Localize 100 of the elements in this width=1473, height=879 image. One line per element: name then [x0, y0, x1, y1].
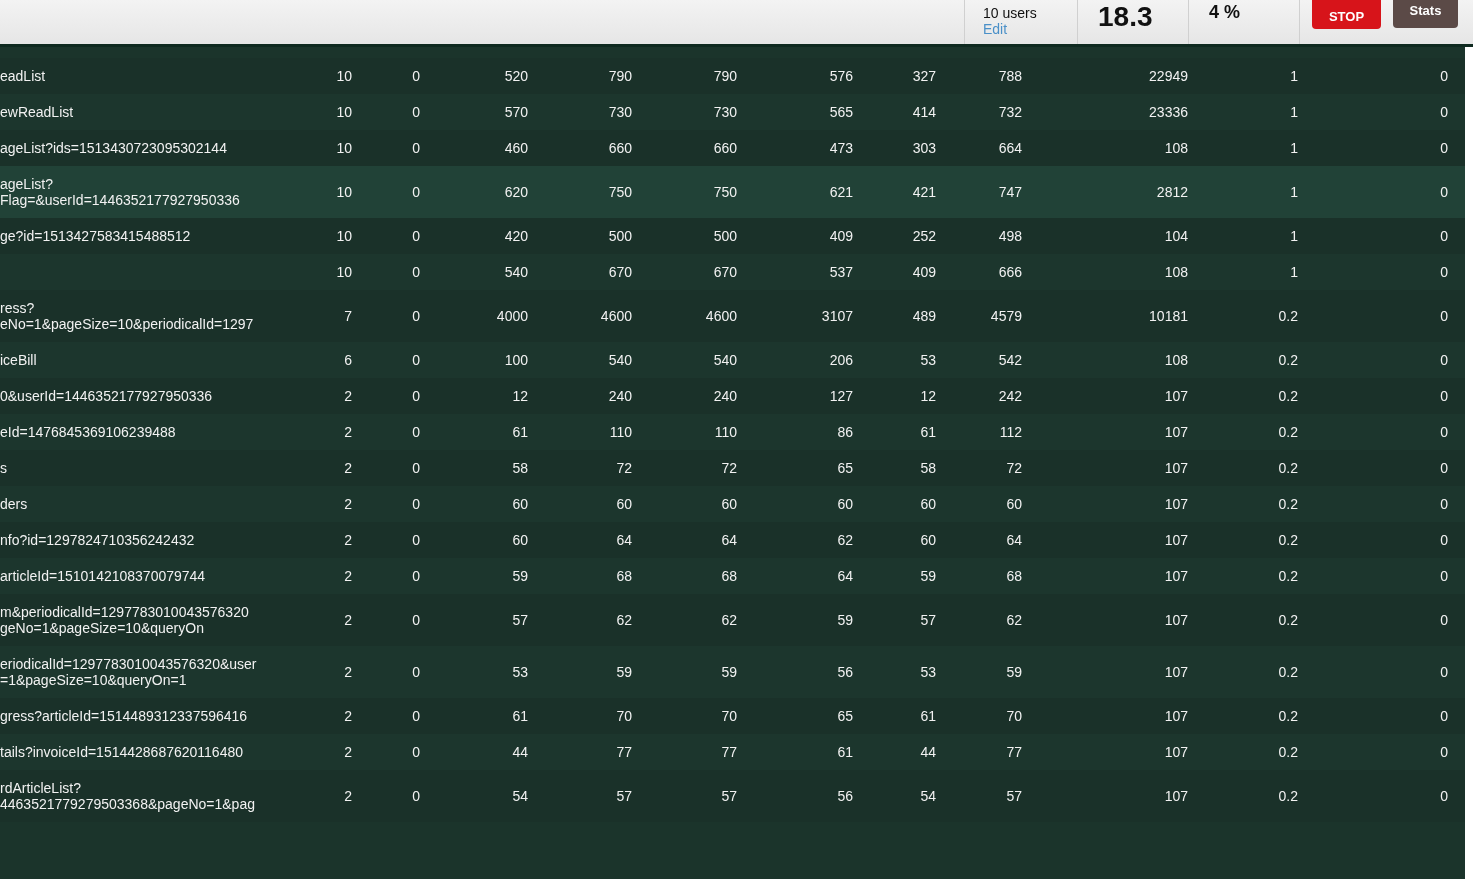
- user-count: 10 users: [983, 5, 1038, 21]
- table-cell-text: 10: [335, 104, 352, 120]
- table-cell-text: 0: [1439, 424, 1448, 440]
- table-cell-text: 0: [411, 568, 420, 584]
- request-name: ageList?: [0, 176, 54, 192]
- table-cell-text: 1: [1289, 264, 1298, 280]
- table-cell-text: 60: [511, 532, 528, 548]
- table-cell-text: 0: [411, 664, 420, 680]
- table-cell-text: 498: [997, 228, 1022, 244]
- table-cell-text: 7: [343, 308, 352, 324]
- table-cell-text: 0.2: [1277, 612, 1298, 628]
- table-cell-text: 127: [828, 388, 853, 404]
- table-cell-text: 2: [343, 388, 352, 404]
- table-cell-text: 22949: [1148, 68, 1188, 84]
- table-cell-text: 0: [1439, 612, 1448, 628]
- table-cell-text: 12: [919, 388, 936, 404]
- table-cell-text: 57: [511, 612, 528, 628]
- table-cell-text: 4000: [495, 308, 528, 324]
- table-cell-text: 3107: [820, 308, 853, 324]
- table-cell-text: 0: [1439, 664, 1448, 680]
- table-cell-text: 53: [919, 352, 936, 368]
- table-cell-text: 303: [911, 140, 936, 156]
- table-cell-text: 60: [511, 496, 528, 512]
- table-cell-text: 620: [503, 184, 528, 200]
- table-cell-text: 54: [919, 788, 936, 804]
- table-cell-text: 107: [1163, 664, 1188, 680]
- table-cell-text: 77: [615, 744, 632, 760]
- table-cell-text: 0: [411, 264, 420, 280]
- table-cell-text: 53: [511, 664, 528, 680]
- table-cell-text: 420: [503, 228, 528, 244]
- table-cell-text: 59: [720, 664, 737, 680]
- table-cell-text: 61: [511, 424, 528, 440]
- table-cell-text: 57: [1005, 788, 1022, 804]
- request-name: gress?articleId=1514489312337596416: [0, 708, 249, 724]
- table-cell-text: 61: [919, 708, 936, 724]
- table-cell-text: 60: [1005, 496, 1022, 512]
- table-cell-text: 0: [1439, 264, 1448, 280]
- table-cell-text: 2: [343, 664, 352, 680]
- table-cell-text: 0: [411, 708, 420, 724]
- table-cell-text: 10: [335, 264, 352, 280]
- table-cell-text: 104: [1163, 228, 1188, 244]
- request-name: nfo?id=1297824710356242432: [0, 532, 196, 548]
- table-cell-text: 570: [503, 104, 528, 120]
- request-name: m&periodicalId=1297783010043576320: [0, 604, 250, 620]
- table-cell-text: 107: [1163, 612, 1188, 628]
- table-cell-text: 62: [836, 532, 853, 548]
- table-cell-text: 57: [919, 612, 936, 628]
- table-cell-text: 70: [1005, 708, 1022, 724]
- table-cell-text: 4600: [599, 308, 632, 324]
- table-row[interactable]: ageList? Flag=&userId=1446352177927950336 10 0 620 750 750 621 421 747 2812 1 0: [0, 166, 1465, 218]
- request-name: ewReadList: [0, 104, 75, 120]
- table-cell-text: 1: [1289, 184, 1298, 200]
- request-name: eriodicalId=1297783010043576320&user: [0, 656, 258, 672]
- table-cell-text: 414: [911, 104, 936, 120]
- stats-button[interactable]: Stats: [1393, 0, 1458, 28]
- request-name: ge?id=1513427583415488512: [0, 228, 192, 244]
- table-cell-text: 2: [343, 788, 352, 804]
- table-cell-text: 68: [1005, 568, 1022, 584]
- table-cell-text: 1: [1289, 68, 1298, 84]
- table-cell-text: 0: [1439, 568, 1448, 584]
- table-cell-text: 0: [1439, 308, 1448, 324]
- table-cell-text: 72: [615, 460, 632, 476]
- table-cell-text: 790: [607, 68, 632, 84]
- table-cell-text: 0: [1439, 708, 1448, 724]
- request-name: 0&userId=1446352177927950336: [0, 388, 214, 404]
- table-cell-text: 537: [828, 264, 853, 280]
- table-cell-text: 2: [343, 496, 352, 512]
- table-cell-text: 59: [511, 568, 528, 584]
- table-cell-text: 540: [607, 352, 632, 368]
- table-cell-text: 59: [1005, 664, 1022, 680]
- table-cell-text: 565: [828, 104, 853, 120]
- table-cell-text: 0: [411, 496, 420, 512]
- table-cell-text: 64: [720, 532, 737, 548]
- table-cell-text: 1: [1289, 140, 1298, 156]
- table-cell-text: 664: [997, 140, 1022, 156]
- table-cell-text: 107: [1163, 388, 1188, 404]
- table-cell-text: 540: [712, 352, 737, 368]
- stop-button[interactable]: STOP: [1312, 0, 1381, 29]
- table-cell-text: 107: [1163, 532, 1188, 548]
- table-cell-text: 2: [343, 612, 352, 628]
- table-cell-text: 56: [836, 664, 853, 680]
- request-name: ress?: [0, 300, 36, 316]
- request-name: 4463521779279503368&pageNo=1&pag: [0, 796, 256, 812]
- table-cell-text: 65: [836, 460, 853, 476]
- table-cell-text: 61: [511, 708, 528, 724]
- table-cell-text: 77: [720, 744, 737, 760]
- table-cell-text: 72: [1005, 460, 1022, 476]
- table-cell-text: 0: [411, 184, 420, 200]
- table-cell-text: 0: [1439, 788, 1448, 804]
- table-cell-text: 53: [919, 664, 936, 680]
- table-cell-text: 108: [1163, 352, 1188, 368]
- table-cell-text: 64: [836, 568, 853, 584]
- table-cell-text: 621: [828, 184, 853, 200]
- table-cell-text: 0: [1439, 460, 1448, 476]
- table-cell-text: 750: [607, 184, 632, 200]
- table-cell-text: 0: [1439, 352, 1448, 368]
- table-cell-text: 107: [1163, 788, 1188, 804]
- request-name: iceBill: [0, 352, 38, 368]
- table-cell-text: 240: [712, 388, 737, 404]
- table-cell-text: 0: [411, 424, 420, 440]
